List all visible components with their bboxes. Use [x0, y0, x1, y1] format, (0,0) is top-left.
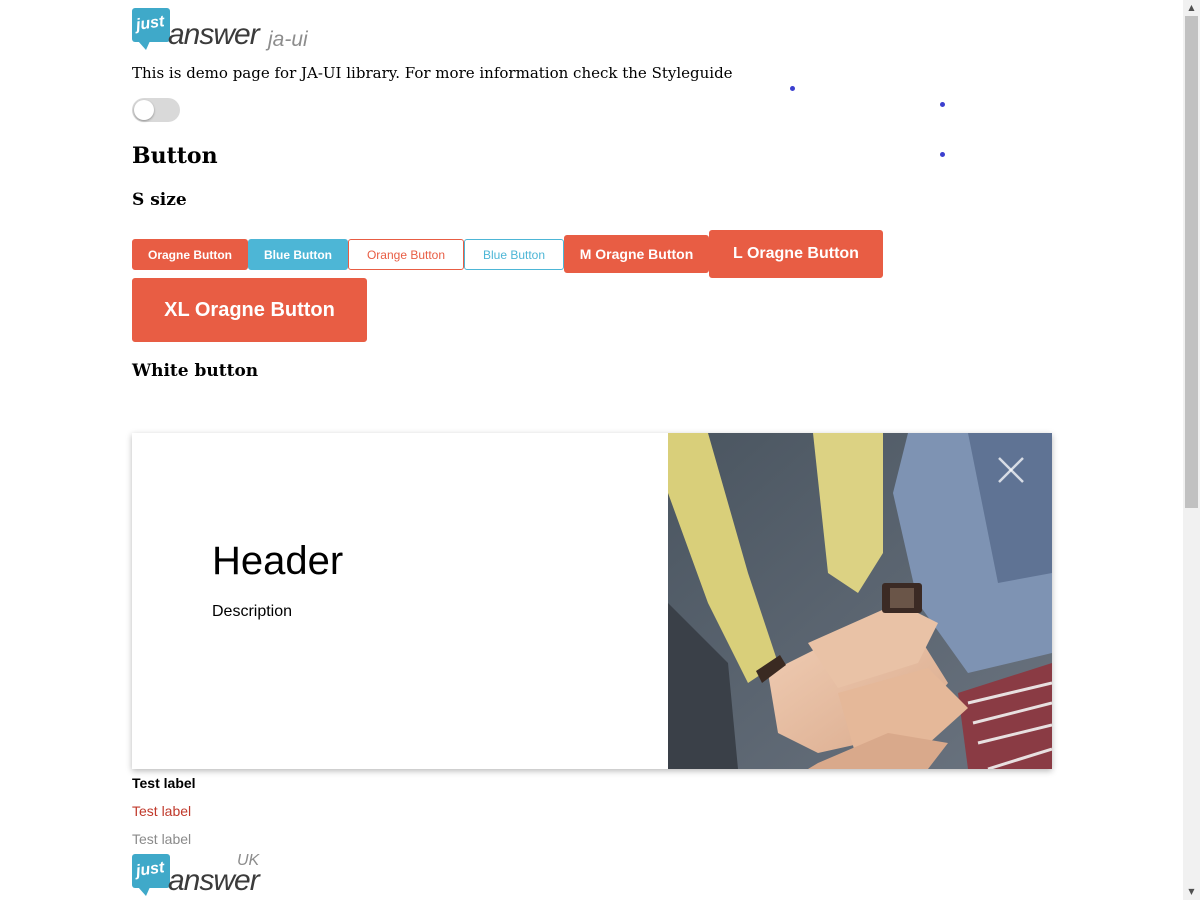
logo-bubble-text: just — [134, 859, 166, 880]
vertical-scrollbar[interactable]: ▲ ▼ — [1183, 0, 1200, 900]
logo-suffix: ja-ui — [268, 28, 308, 51]
section-title-button: Button — [132, 143, 218, 169]
test-label-grey: Test label — [132, 831, 192, 847]
scroll-up-arrow-icon[interactable]: ▲ — [1183, 0, 1200, 16]
intro-text: This is demo page for JA-UI library. For… — [132, 64, 733, 82]
logo-bubble: just — [132, 854, 170, 896]
toggle-switch[interactable] — [132, 98, 180, 122]
xl-orange-button[interactable]: XL Oragne Button — [132, 278, 367, 342]
justanswer-uk-logo[interactable]: just answer UK — [132, 852, 332, 897]
decorative-dot — [940, 152, 945, 157]
l-orange-button[interactable]: L Oragne Button — [709, 230, 883, 278]
logo-wordmark: answer — [168, 18, 260, 51]
s-blue-outline-button[interactable]: Blue Button — [464, 239, 564, 270]
logo-bubble-text: just — [134, 13, 166, 34]
logo-region: UK — [237, 852, 260, 869]
s-blue-button[interactable]: Blue Button — [248, 239, 348, 270]
decorative-dot — [790, 86, 795, 91]
test-label-bold: Test label — [132, 775, 196, 791]
close-icon[interactable] — [996, 455, 1026, 485]
s-orange-button[interactable]: Oragne Button — [132, 239, 248, 270]
section-title-white-button: White button — [132, 361, 259, 381]
m-orange-button[interactable]: M Oragne Button — [564, 235, 709, 273]
hands-stacked-photo — [668, 433, 1052, 769]
toggle-knob — [134, 100, 154, 120]
modal-description: Description — [212, 603, 293, 620]
promo-modal: Header Description — [132, 433, 1052, 769]
test-label-red: Test label — [132, 803, 192, 819]
photo-illustration — [668, 433, 1052, 769]
modal-header: Header — [212, 539, 344, 583]
section-title-s-size: S size — [132, 190, 187, 210]
s-orange-outline-button[interactable]: Orange Button — [348, 239, 464, 270]
decorative-dot — [940, 102, 945, 107]
scrollbar-thumb[interactable] — [1185, 16, 1198, 508]
scroll-down-arrow-icon[interactable]: ▼ — [1183, 884, 1200, 900]
justanswer-logo[interactable]: just answer ja-ui — [132, 8, 332, 52]
logo-bubble: just — [132, 8, 170, 50]
